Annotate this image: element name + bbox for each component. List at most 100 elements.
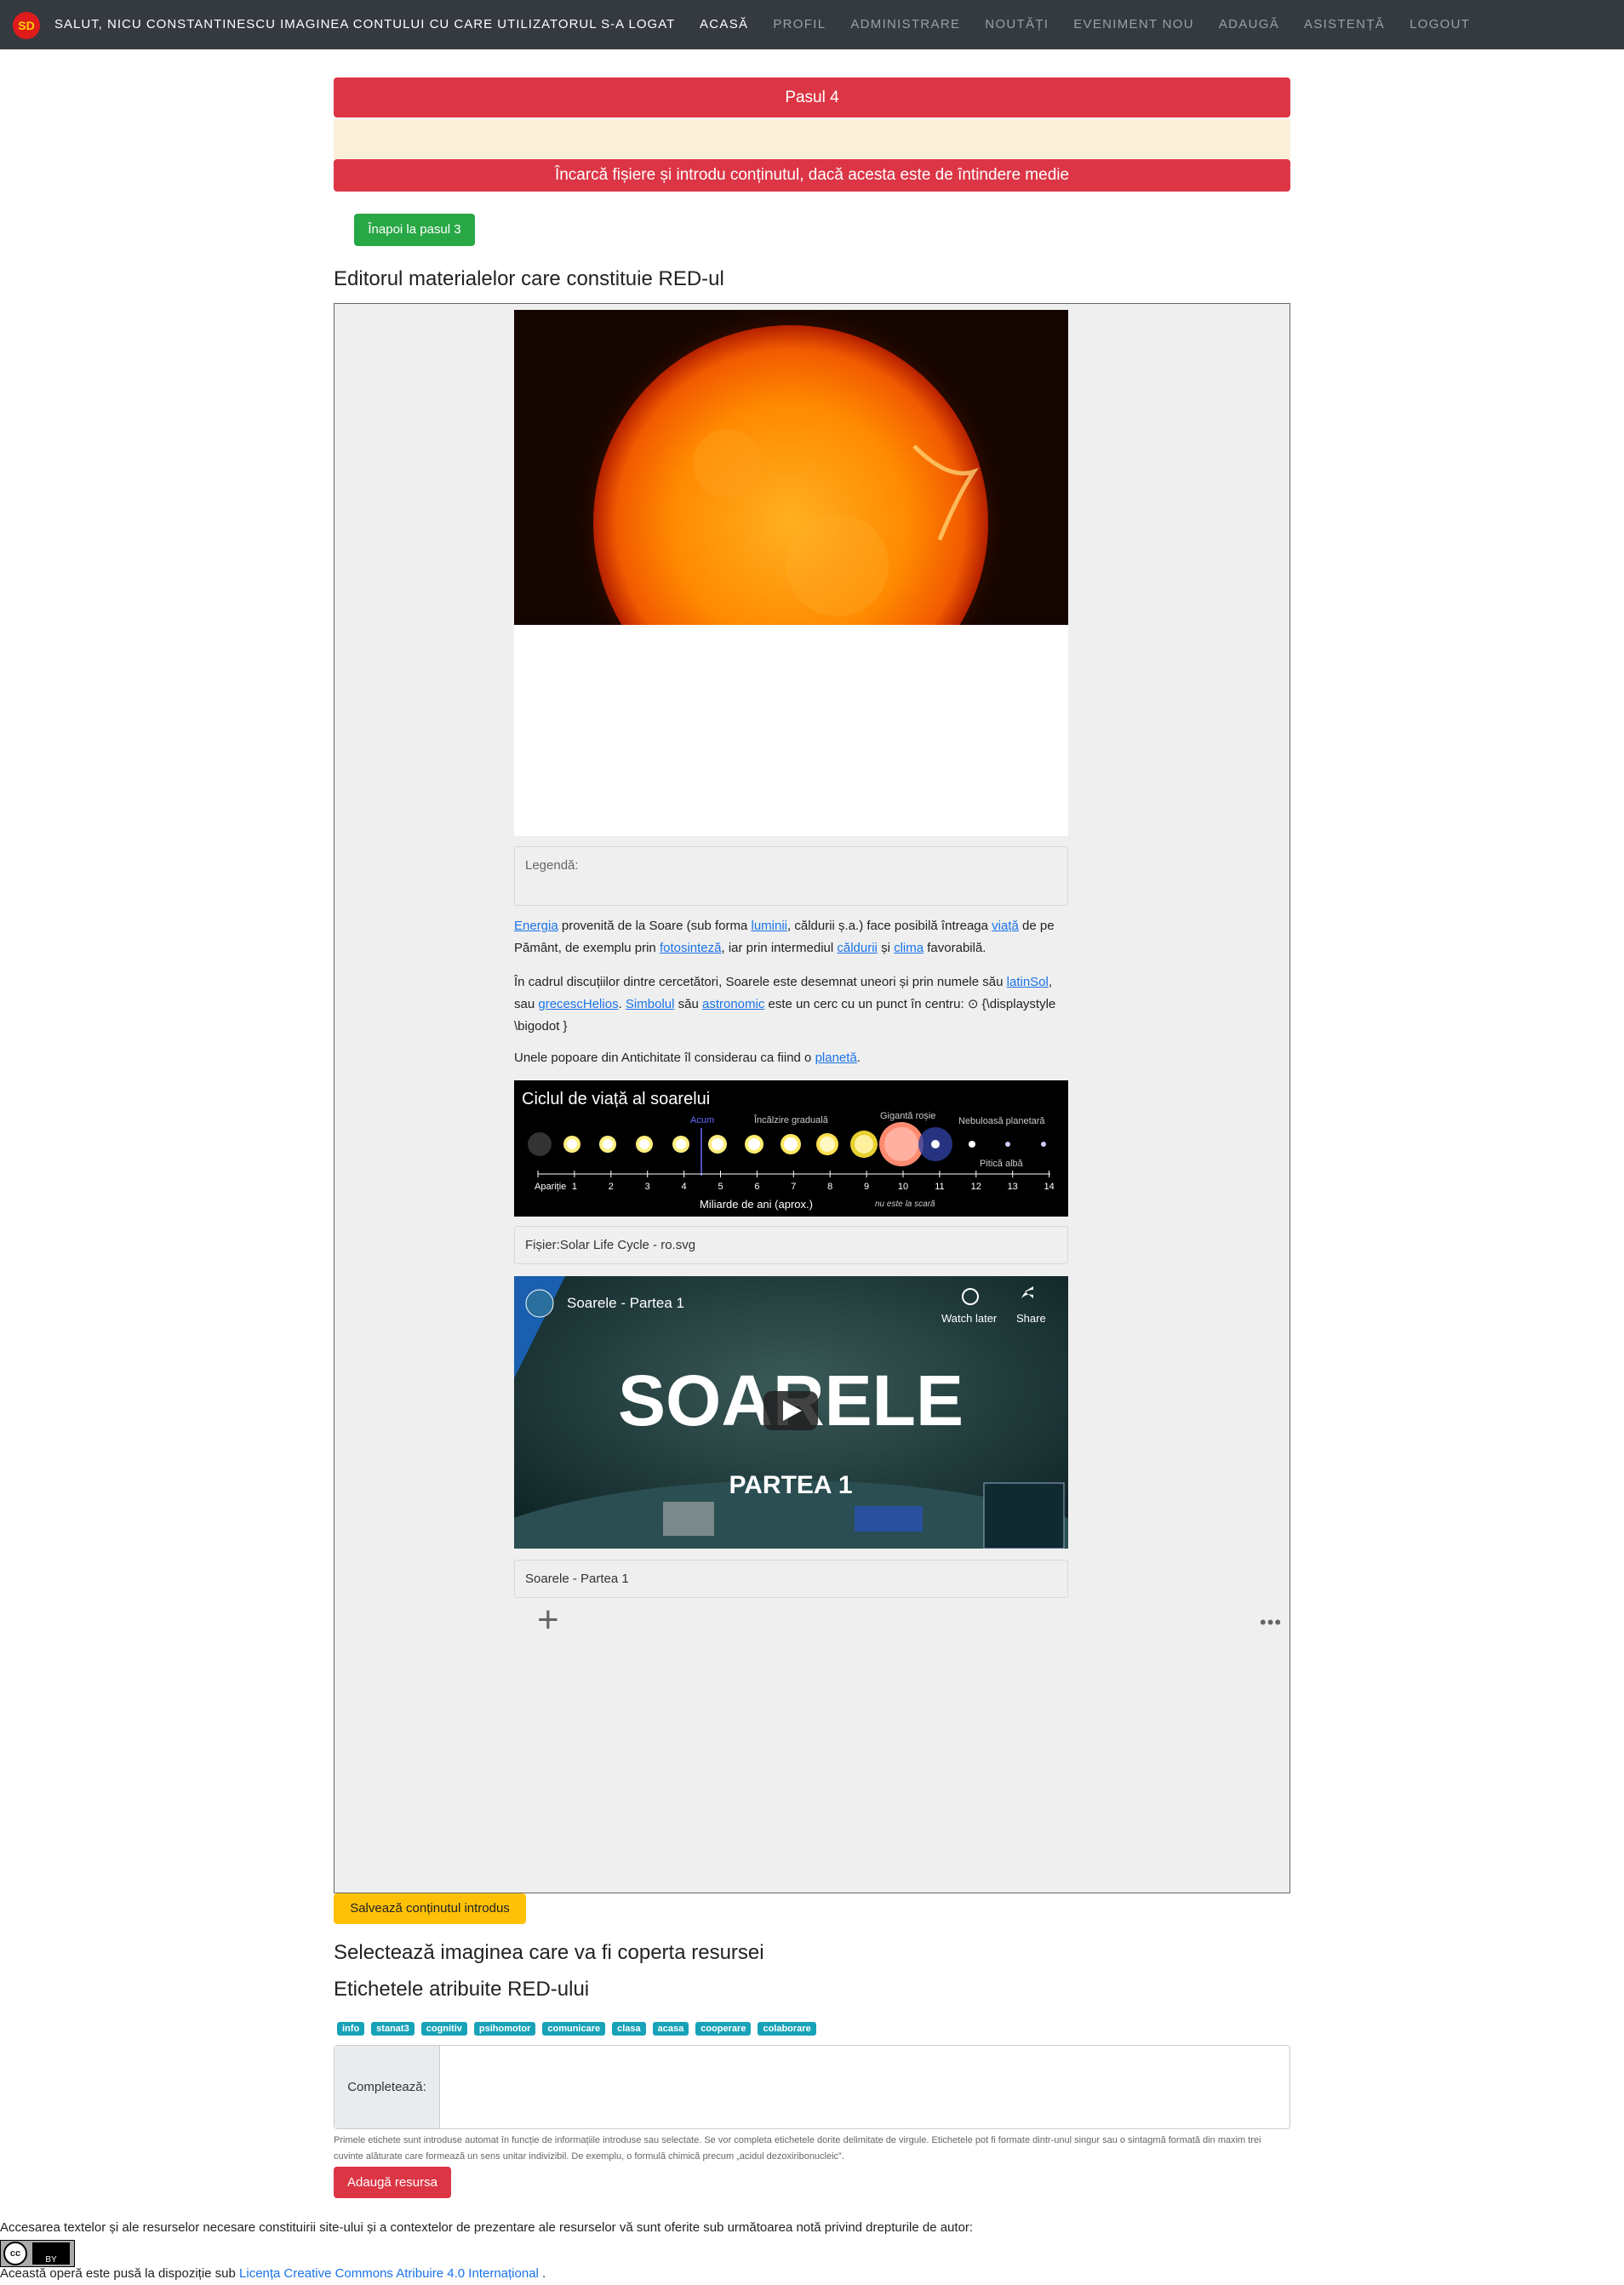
copyright-notice: Accesarea textelor și ale resurselor nec… — [0, 2220, 974, 2235]
editor-title: Editorul materialelor care constituie RE… — [334, 267, 724, 290]
add-block-icon[interactable]: + — [537, 1601, 559, 1639]
step-banner: Pasul 4 — [334, 77, 1290, 117]
tags-input-label: Completează: — [335, 2046, 440, 2128]
tag-list: info stanat3 cognitiv psihomotor comunic… — [337, 2022, 823, 2036]
video-caption-field[interactable]: Soarele - Partea 1 — [514, 1560, 1068, 1598]
caption-field[interactable]: Legendă: — [514, 846, 1068, 906]
license-suffix: . — [538, 2266, 546, 2281]
cycle-tick-label: 9 — [864, 1182, 869, 1192]
content-editor[interactable]: Legendă: Energia provenită de la Soare (… — [334, 303, 1290, 1893]
link-fotosinteza[interactable]: fotosinteză — [660, 941, 722, 955]
tag-badge: stanat3 — [371, 2022, 415, 2036]
cover-image-title: Selectează imaginea care va fi coperta r… — [334, 1941, 764, 1964]
link-latin-sol[interactable]: latinSol — [1007, 975, 1049, 989]
link-energia[interactable]: Energia — [514, 919, 558, 933]
instruction-banner: Încarcă fișiere și introdu conținutul, d… — [334, 159, 1290, 192]
caption-label: Legendă: — [525, 858, 579, 873]
text-fragment: și — [877, 941, 895, 955]
cycle-tick-label: 13 — [1008, 1182, 1018, 1192]
top-navbar: SD Salut, Nicu Constantinescu imaginea c… — [0, 0, 1624, 49]
license-prefix: Această operă este pusă la dispoziție su… — [0, 2266, 240, 2281]
link-planeta[interactable]: planetă — [815, 1051, 857, 1065]
cycle-tick-label: 8 — [827, 1182, 832, 1192]
nav-asistenta[interactable]: ASISTENȚĂ — [1304, 17, 1385, 31]
cycle-giant: Gigantă roșie — [880, 1111, 935, 1121]
cc-icon: cc — [3, 2242, 27, 2265]
cycle-tick-label: 12 — [971, 1182, 981, 1192]
nav-administrare[interactable]: ADMINISTRARE — [850, 17, 960, 31]
tag-badge: comunicare — [542, 2022, 606, 2036]
nav-noutati[interactable]: NOUTĂȚI — [985, 17, 1049, 31]
cc-license-badge[interactable]: cc BY — [0, 2240, 75, 2267]
cycle-now: Acum — [690, 1115, 714, 1125]
nav-logout[interactable]: LOGOUT — [1410, 17, 1470, 31]
link-simbolul[interactable]: Simbolul — [626, 997, 675, 1011]
save-content-button[interactable]: Salvează conținutul introdus — [334, 1893, 526, 1924]
tags-input-group: Completează: — [334, 2045, 1290, 2129]
user-greeting: Salut, Nicu Constantinescu imaginea cont… — [54, 17, 676, 31]
cycle-tick-label: 14 — [1044, 1182, 1054, 1192]
license-line: Această operă este pusă la dispoziție su… — [0, 2266, 546, 2281]
tags-textarea[interactable] — [441, 2046, 1289, 2128]
video-title: Soarele - Partea 1 — [567, 1295, 684, 1311]
more-options-icon[interactable]: ••• — [1260, 1612, 1282, 1634]
cycle-tick-label: 11 — [935, 1182, 944, 1192]
tag-badge: cooperare — [695, 2022, 752, 2036]
cycle-scale-note: nu este la scară — [875, 1200, 935, 1209]
cycle-tick-label: 2 — [609, 1182, 614, 1192]
cycle-warming: Încălzire graduală — [753, 1114, 829, 1125]
nav-adauga[interactable]: ADAUGĂ — [1219, 17, 1279, 31]
image-blank-area — [514, 625, 1068, 836]
text-fragment: Unele popoare din Antichitate îl conside… — [514, 1051, 815, 1065]
tags-title: Etichetele atribuite RED-ului — [334, 1978, 590, 2001]
file-caption-field[interactable]: Fișier:Solar Life Cycle - ro.svg — [514, 1226, 1068, 1264]
tag-badge: clasa — [612, 2022, 646, 2036]
license-link[interactable]: Licența Creative Commons Atribuire 4.0 I… — [239, 2266, 539, 2281]
text-fragment: favorabilă. — [924, 941, 986, 955]
site-logo[interactable]: SD — [13, 12, 40, 39]
sun-image[interactable] — [514, 310, 1068, 625]
link-luminii[interactable]: luminii — [752, 919, 788, 933]
nav-eveniment-nou[interactable]: EVENIMENT NOU — [1073, 17, 1194, 31]
by-icon: BY — [32, 2242, 70, 2265]
back-to-step3-button[interactable]: Înapoi la pasul 3 — [354, 214, 475, 246]
cycle-tick-label: 6 — [754, 1182, 759, 1192]
cycle-tick-label: 10 — [898, 1182, 908, 1192]
cycle-tick-label: 3 — [645, 1182, 650, 1192]
tag-badge: acasa — [652, 2022, 689, 2036]
link-grecesc-helios[interactable]: grecescHelios — [538, 997, 618, 1011]
text-fragment: . — [618, 997, 626, 1011]
video-share: Share — [1016, 1312, 1046, 1325]
paragraph-names: În cadrul discuțiilor dintre cercetători… — [514, 971, 1068, 1038]
link-astronomic[interactable]: astronomic — [702, 997, 764, 1011]
file-caption-text: Fișier:Solar Life Cycle - ro.svg — [525, 1238, 696, 1252]
text-fragment: În cadrul discuțiilor dintre cercetători… — [514, 975, 1007, 989]
text-fragment: său — [674, 997, 702, 1011]
solar-life-cycle-image[interactable]: Ciclul de viață al soarelui Acum Încălzi… — [514, 1080, 1068, 1217]
cycle-tick-label: Apariție — [535, 1182, 566, 1192]
link-viata[interactable]: viață — [992, 919, 1019, 933]
add-resource-button[interactable]: Adaugă resursa — [334, 2167, 451, 2198]
text-fragment: provenită de la Soare (sub forma — [558, 919, 752, 933]
cycle-title: Ciclul de viață al soarelui — [522, 1090, 710, 1108]
link-caldurii[interactable]: căldurii — [837, 941, 878, 955]
paragraph-energy: Energia provenită de la Soare (sub forma… — [514, 915, 1068, 959]
link-clima[interactable]: clima — [894, 941, 924, 955]
cycle-tick-label: 7 — [791, 1182, 796, 1192]
nav-links: ACASĂ PROFIL ADMINISTRARE NOUTĂȚI EVENIM… — [700, 17, 1495, 31]
tag-badge: psihomotor — [473, 2022, 536, 2036]
cycle-nebula: Nebuloasă planetară — [958, 1116, 1045, 1126]
paragraph-planet: Unele popoare din Antichitate îl conside… — [514, 1047, 1068, 1069]
nav-acasa[interactable]: ACASĂ — [700, 17, 748, 31]
tag-badge: info — [337, 2022, 365, 2036]
tag-badge: cognitiv — [420, 2022, 467, 2036]
tags-hint: Primele etichete sunt introduse automat … — [334, 2135, 1261, 2162]
video-part: PARTEA 1 — [729, 1471, 852, 1499]
nav-profil[interactable]: PROFIL — [773, 17, 826, 31]
embedded-video[interactable]: Soarele - Partea 1 Watch later Share SOA… — [514, 1276, 1068, 1549]
cycle-tick-label: 4 — [682, 1182, 687, 1192]
step-spacer — [334, 119, 1290, 159]
video-caption-text: Soarele - Partea 1 — [525, 1572, 629, 1586]
video-watch-later: Watch later — [941, 1312, 998, 1325]
text-fragment: , iar prin intermediul — [721, 941, 838, 955]
